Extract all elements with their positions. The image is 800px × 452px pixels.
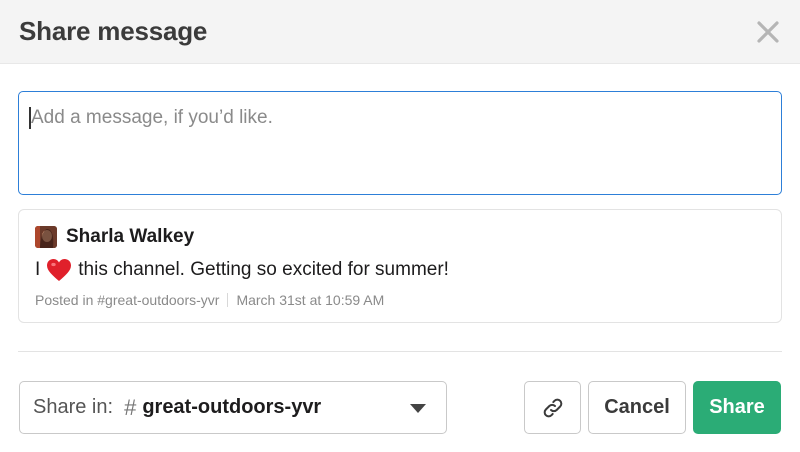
close-button[interactable] [754, 18, 782, 46]
message-text-end: this channel. Getting so excited for sum… [78, 259, 449, 280]
share-in-select[interactable]: Share in: # great-outdoors-yvr [19, 381, 447, 434]
message-meta: Posted in #great-outdoors-yvr March 31st… [35, 292, 384, 308]
section-divider [18, 351, 782, 352]
link-icon [543, 398, 562, 417]
hash-icon: # [124, 394, 137, 420]
share-button[interactable]: Share [693, 381, 781, 434]
message-text: I this channel. Getting so excited for s… [35, 258, 449, 282]
message-timestamp[interactable]: March 31st at 10:59 AM [236, 292, 384, 308]
shared-message-preview: Sharla Walkey I this channel. Getting so… [18, 209, 782, 323]
share-in-label: Share in: [33, 396, 114, 418]
selected-channel: great-outdoors-yvr [142, 396, 322, 418]
caret-down-icon [410, 404, 426, 413]
message-text-start: I [35, 259, 41, 280]
meta-divider [227, 293, 229, 307]
message-author: Sharla Walkey [66, 226, 195, 247]
cancel-button[interactable]: Cancel [588, 381, 686, 434]
message-input[interactable]: Add a message, if you’d like. [18, 91, 782, 195]
share-message-dialog: Share message Add a message, if you’d li… [0, 0, 800, 452]
posted-in-channel-link[interactable]: Posted in #great-outdoors-yvr [35, 292, 219, 308]
close-icon [757, 21, 779, 43]
avatar [35, 226, 57, 248]
dialog-title: Share message [19, 16, 208, 46]
message-input-placeholder: Add a message, if you’d like. [31, 107, 273, 128]
copy-link-button[interactable] [524, 381, 581, 434]
dialog-header: Share message [0, 0, 800, 64]
heart-icon [47, 259, 72, 281]
